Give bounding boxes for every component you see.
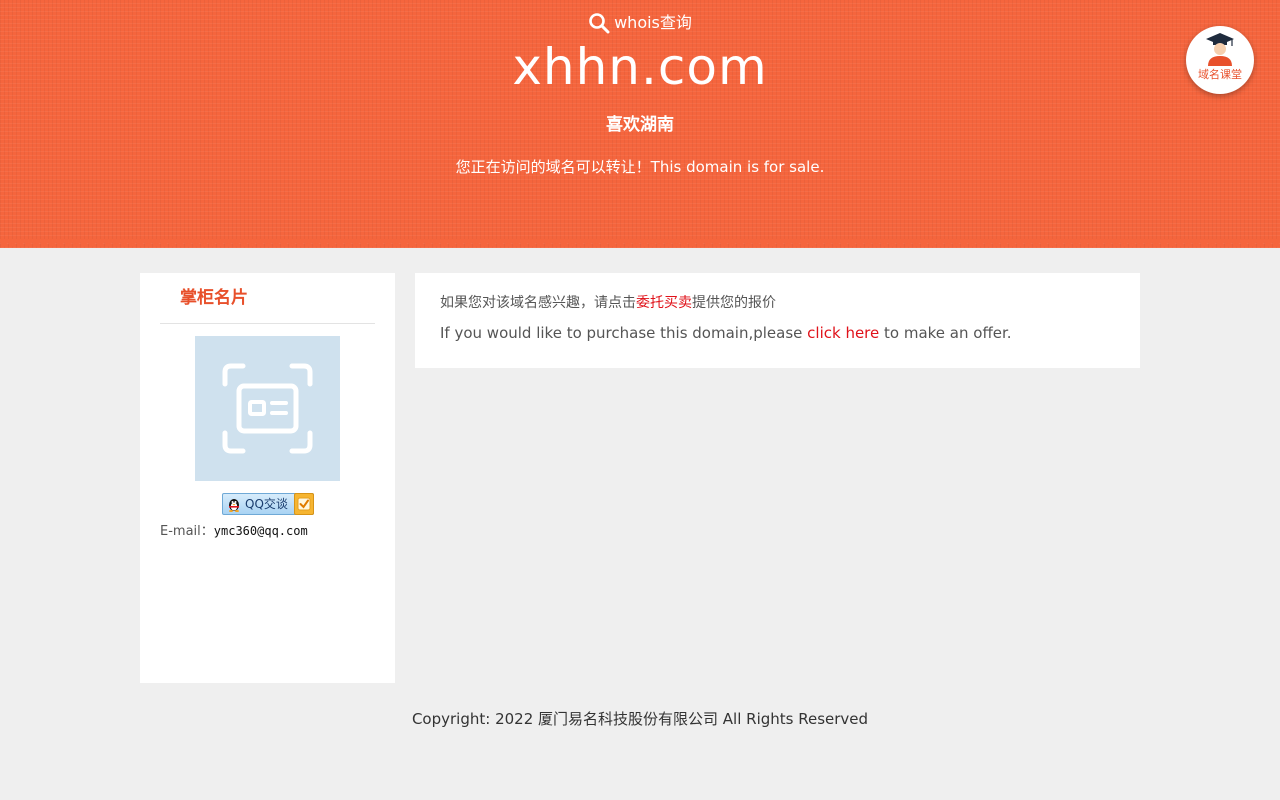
whois-link[interactable]: whois查询 bbox=[588, 11, 692, 35]
card-placeholder-icon bbox=[222, 363, 313, 454]
qq-chat-label: QQ交谈 bbox=[245, 497, 288, 511]
offer-en-prefix: If you would like to purchase this domai… bbox=[440, 324, 808, 342]
domain-class-button[interactable]: 域名课堂 bbox=[1186, 26, 1254, 94]
offer-text-cn: 如果您对该域名感兴趣，请点击委托买卖提供您的报价 bbox=[440, 293, 776, 313]
check-icon bbox=[294, 493, 314, 515]
offer-cn-prefix: 如果您对该域名感兴趣，请点击 bbox=[440, 295, 636, 311]
domain-subtitle: 喜欢湖南 bbox=[606, 115, 674, 135]
email-row: E-mail：ymc360@qq.com bbox=[160, 522, 308, 541]
copyright-footer: Copyright: 2022 厦门易名科技股份有限公司 All Rights … bbox=[411, 710, 869, 728]
domain-class-label: 域名课堂 bbox=[1198, 68, 1242, 81]
owner-avatar bbox=[195, 336, 340, 481]
sale-notice: 您正在访问的域名可以转让！This domain is for sale. bbox=[455, 158, 825, 176]
zigzag-edge bbox=[0, 239, 1280, 249]
graduate-icon bbox=[1206, 33, 1234, 66]
email-address: ymc360@qq.com bbox=[213, 524, 308, 538]
offer-panel: 如果您对该域名感兴趣，请点击委托买卖提供您的报价 If you would li… bbox=[415, 273, 1140, 368]
click-here-link[interactable]: click here bbox=[807, 324, 879, 342]
broker-link[interactable]: 委托买卖 bbox=[636, 295, 692, 311]
search-icon bbox=[589, 13, 610, 34]
qq-penguin-icon bbox=[229, 499, 239, 512]
qq-chat-button[interactable]: QQ交谈 bbox=[222, 493, 314, 515]
email-label: E-mail： bbox=[160, 524, 214, 539]
whois-label: whois查询 bbox=[614, 13, 692, 32]
owner-card: 掌柜名片 QQ交谈 E-mail：ymc360@qq.com bbox=[140, 273, 395, 683]
domain-title: xhhn.com bbox=[512, 38, 768, 96]
offer-en-suffix: to make an offer. bbox=[879, 324, 1012, 342]
offer-text-en: If you would like to purchase this domai… bbox=[440, 322, 1012, 344]
header-banner: whois查询 xhhn.com 喜欢湖南 您正在访问的域名可以转让！This … bbox=[0, 0, 1280, 248]
card-divider bbox=[160, 323, 375, 324]
card-title: 掌柜名片 bbox=[180, 288, 248, 308]
offer-cn-suffix: 提供您的报价 bbox=[692, 295, 776, 311]
